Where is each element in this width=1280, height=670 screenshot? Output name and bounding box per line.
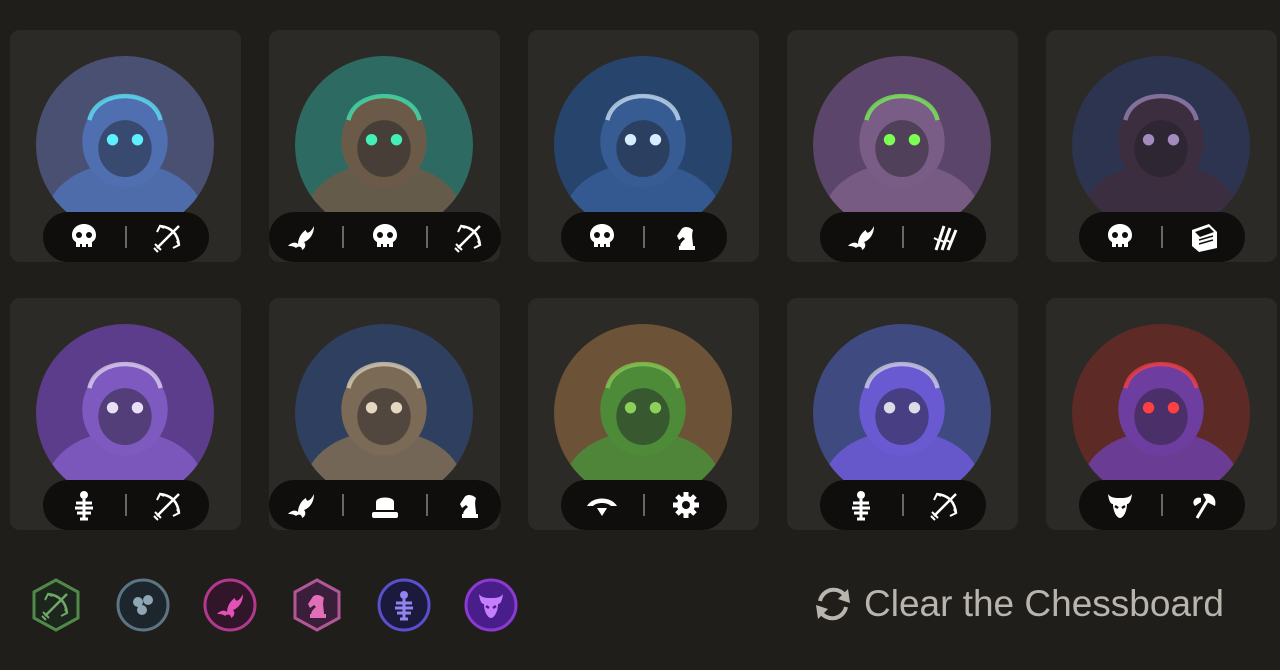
book-icon: [1179, 217, 1229, 257]
bow-icon: [920, 485, 970, 525]
hero-card-old-hag[interactable]: [787, 298, 1018, 530]
synergy-knight-badge[interactable]: [289, 577, 345, 633]
hero-card-treant-shaman[interactable]: [269, 30, 501, 262]
skull-icon: [59, 217, 109, 257]
goggles-icon: [577, 485, 627, 525]
hero-portrait: [554, 324, 732, 502]
hero-card-purple-sorceress[interactable]: [10, 298, 241, 530]
trait-divider: [342, 226, 344, 248]
trait-divider: [1161, 226, 1163, 248]
trait-divider: [342, 494, 344, 516]
trait-divider: [426, 226, 428, 248]
knight-icon: [444, 485, 494, 525]
claws-icon: [920, 217, 970, 257]
hero-card-masked-ninja[interactable]: [1046, 298, 1277, 530]
trait-divider: [125, 494, 127, 516]
refresh-icon: [816, 587, 850, 621]
bow-icon: [143, 217, 193, 257]
trait-bar: [269, 212, 501, 262]
clear-chessboard-label: Clear the Chessboard: [864, 583, 1224, 624]
trait-bar: [1079, 480, 1245, 530]
hero-portrait: [813, 324, 991, 502]
trait-divider: [902, 226, 904, 248]
trait-bar: [820, 212, 986, 262]
knight-icon: [661, 217, 711, 257]
trait-divider: [643, 226, 645, 248]
trait-bar: [561, 480, 727, 530]
trait-bar: [43, 212, 209, 262]
hero-portrait: [295, 56, 473, 234]
hero-card-hooded-assassin[interactable]: [10, 30, 241, 262]
trait-bar: [1079, 212, 1245, 262]
bat-icon: [836, 217, 886, 257]
hero-portrait: [813, 56, 991, 234]
synergy-scaled-badge[interactable]: [115, 577, 171, 633]
skull-icon: [360, 217, 410, 257]
fishbone-icon: [836, 485, 886, 525]
hat-icon: [360, 485, 410, 525]
trait-bar: [561, 212, 727, 262]
bat-icon: [276, 217, 326, 257]
gear-icon: [661, 485, 711, 525]
synergy-demon-badge[interactable]: [463, 577, 519, 633]
synergy-ranger-badge[interactable]: [28, 577, 84, 633]
clear-chessboard-button[interactable]: Clear the Chessboard: [808, 578, 1224, 630]
axe-icon: [1179, 485, 1229, 525]
synergy-bat-badge[interactable]: [202, 577, 258, 633]
fishbone-icon: [59, 485, 109, 525]
hero-card-skull-mage[interactable]: [528, 30, 759, 262]
chessboard-grid: [10, 30, 1277, 535]
hero-card-horned-dragon[interactable]: [787, 30, 1018, 262]
bow-icon: [143, 485, 193, 525]
trait-divider: [1161, 494, 1163, 516]
trait-divider: [125, 226, 127, 248]
hero-card-dark-rogue[interactable]: [1046, 30, 1277, 262]
bat-icon: [276, 485, 326, 525]
hero-portrait: [36, 56, 214, 234]
skull-icon: [577, 217, 627, 257]
hero-portrait: [36, 324, 214, 502]
hero-card-goblin-engineer[interactable]: [528, 298, 759, 530]
hero-portrait: [1072, 324, 1250, 502]
trait-divider: [643, 494, 645, 516]
trait-divider: [426, 494, 428, 516]
trait-bar: [269, 480, 501, 530]
skull-icon: [1095, 217, 1145, 257]
hero-card-skeleton-warrior[interactable]: [269, 298, 501, 530]
demon-icon: [1095, 485, 1145, 525]
trait-bar: [43, 480, 209, 530]
hero-portrait: [295, 324, 473, 502]
trait-divider: [902, 494, 904, 516]
hero-portrait: [1072, 56, 1250, 234]
synergy-fishbone-badge[interactable]: [376, 577, 432, 633]
bow-icon: [444, 217, 494, 257]
trait-bar: [820, 480, 986, 530]
hero-portrait: [554, 56, 732, 234]
